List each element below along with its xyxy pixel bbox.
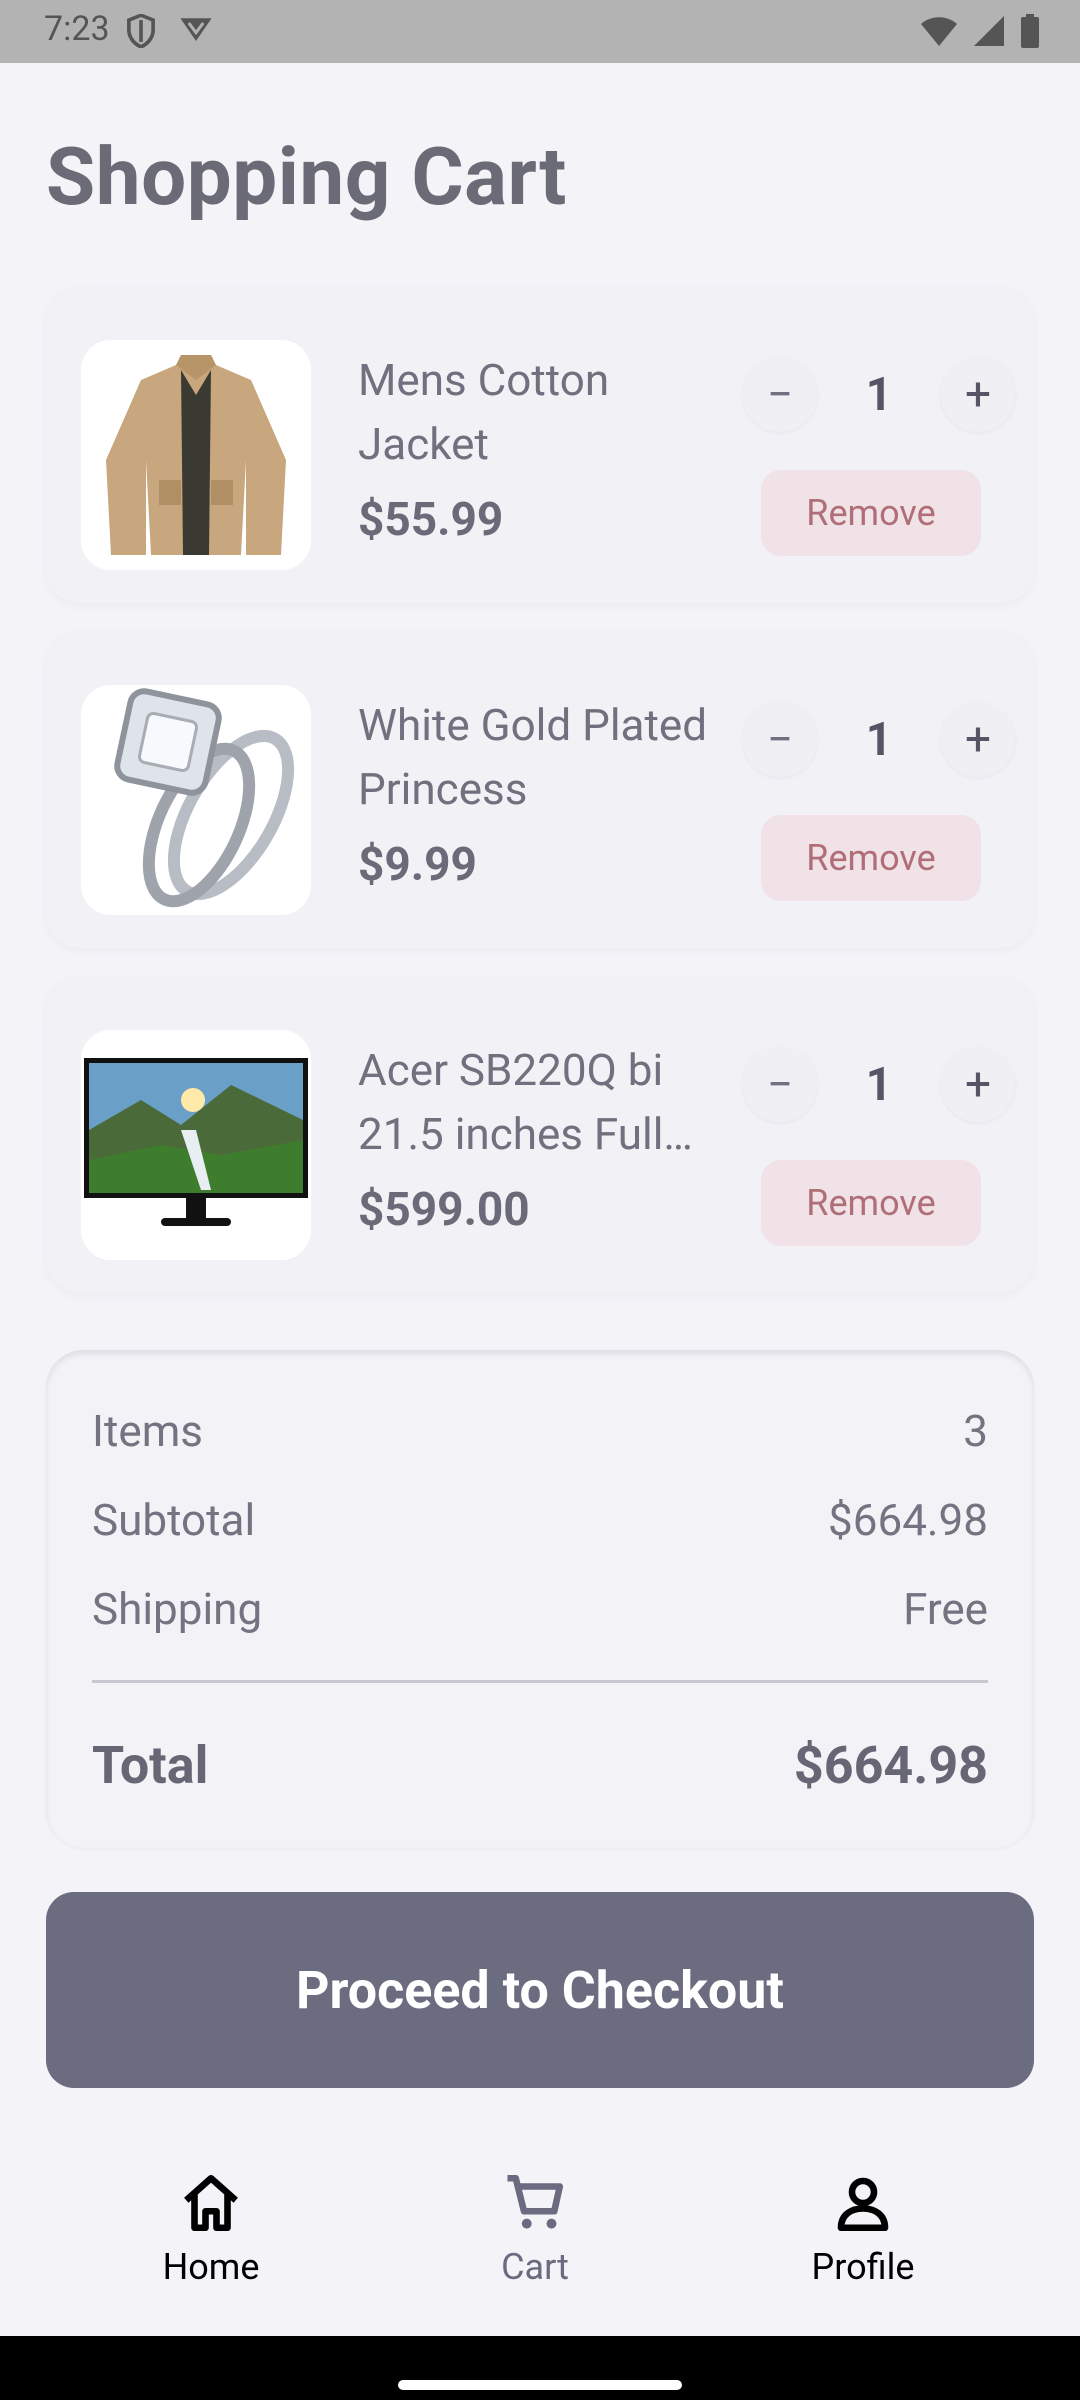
plus-icon: + bbox=[964, 368, 992, 422]
checkout-button[interactable]: Proceed to Checkout bbox=[46, 1892, 1034, 2088]
summary-divider bbox=[92, 1680, 988, 1683]
status-icons-right bbox=[920, 14, 1040, 52]
cart-item[interactable]: Acer SB220Q bi 21.5 inches Full HD (1920… bbox=[46, 978, 1034, 1293]
decrease-quantity-button[interactable]: − bbox=[743, 358, 817, 432]
product-image-monitor[interactable] bbox=[81, 1030, 311, 1260]
product-image-jacket[interactable] bbox=[81, 340, 311, 570]
product-price: $55.99 bbox=[358, 493, 504, 547]
battery-icon bbox=[1020, 14, 1040, 52]
product-price: $599.00 bbox=[358, 1183, 530, 1237]
plus-icon: + bbox=[964, 713, 992, 767]
items-label: Items bbox=[92, 1405, 203, 1457]
minus-icon: − bbox=[766, 368, 794, 422]
status-time: 7:23 bbox=[44, 9, 110, 49]
minus-icon: − bbox=[766, 1058, 794, 1112]
remove-button[interactable]: Remove bbox=[761, 815, 981, 901]
items-value: 3 bbox=[963, 1405, 988, 1457]
shipping-label: Shipping bbox=[92, 1583, 263, 1635]
cart-item[interactable]: White Gold Plated Princess $9.99 1 − + R… bbox=[46, 633, 1034, 948]
home-icon bbox=[178, 2170, 244, 2240]
status-icons-left bbox=[126, 13, 214, 52]
nav-label-cart: Cart bbox=[501, 2246, 569, 2288]
shipping-value: Free bbox=[903, 1583, 988, 1635]
increase-quantity-button[interactable]: + bbox=[941, 358, 1015, 432]
status-bar: 7:23 bbox=[0, 0, 1080, 63]
cell-signal-icon bbox=[972, 15, 1006, 51]
cart-icon bbox=[502, 2170, 568, 2240]
summary-subtotal-row: Subtotal $664.98 bbox=[92, 1494, 988, 1546]
subtotal-label: Subtotal bbox=[92, 1494, 256, 1546]
decrease-quantity-button[interactable]: − bbox=[743, 1048, 817, 1122]
plus-icon: + bbox=[964, 1058, 992, 1112]
remove-button[interactable]: Remove bbox=[761, 470, 981, 556]
page-title: Shopping Cart bbox=[46, 130, 567, 224]
shield-icon bbox=[126, 13, 156, 52]
summary-total-row: Total $664.98 bbox=[92, 1735, 988, 1796]
summary-shipping-row: Shipping Free bbox=[92, 1583, 988, 1635]
remove-button[interactable]: Remove bbox=[761, 1160, 981, 1246]
quantity-stepper: 1 − + bbox=[743, 358, 1015, 432]
total-value: $664.98 bbox=[793, 1735, 988, 1796]
signal-app-icon bbox=[178, 14, 214, 52]
quantity-stepper: 1 − + bbox=[743, 703, 1015, 777]
cart-list: Mens Cotton Jacket $55.99 1 − + Remove W… bbox=[46, 288, 1034, 1323]
bottom-navigation: Home Cart Profile bbox=[0, 2150, 1080, 2335]
increase-quantity-button[interactable]: + bbox=[941, 703, 1015, 777]
product-price: $9.99 bbox=[358, 838, 477, 892]
product-name: Acer SB220Q bi 21.5 inches Full HD (1920… bbox=[358, 1044, 664, 1160]
nav-item-cart[interactable]: Cart bbox=[435, 2170, 635, 2288]
nav-label-home: Home bbox=[162, 2246, 260, 2288]
decrease-quantity-button[interactable]: − bbox=[743, 703, 817, 777]
nav-label-profile: Profile bbox=[811, 2246, 915, 2288]
summary-items-row: Items 3 bbox=[92, 1405, 988, 1457]
increase-quantity-button[interactable]: + bbox=[941, 1048, 1015, 1122]
order-summary: Items 3 Subtotal $664.98 Shipping Free T… bbox=[46, 1350, 1034, 1848]
person-icon bbox=[830, 2170, 896, 2240]
product-name: Mens Cotton Jacket bbox=[358, 354, 610, 470]
product-image-ring[interactable] bbox=[81, 685, 311, 915]
subtotal-value: $664.98 bbox=[828, 1494, 988, 1546]
gesture-handle[interactable] bbox=[398, 2380, 682, 2390]
nav-item-home[interactable]: Home bbox=[111, 2170, 311, 2288]
total-label: Total bbox=[92, 1735, 209, 1796]
minus-icon: − bbox=[766, 713, 794, 767]
wifi-icon bbox=[920, 15, 958, 51]
quantity-stepper: 1 − + bbox=[743, 1048, 1015, 1122]
nav-item-profile[interactable]: Profile bbox=[763, 2170, 963, 2288]
gesture-bar bbox=[0, 2336, 1080, 2400]
product-name: White Gold Plated Princess bbox=[358, 699, 708, 815]
cart-item[interactable]: Mens Cotton Jacket $55.99 1 − + Remove bbox=[46, 288, 1034, 603]
